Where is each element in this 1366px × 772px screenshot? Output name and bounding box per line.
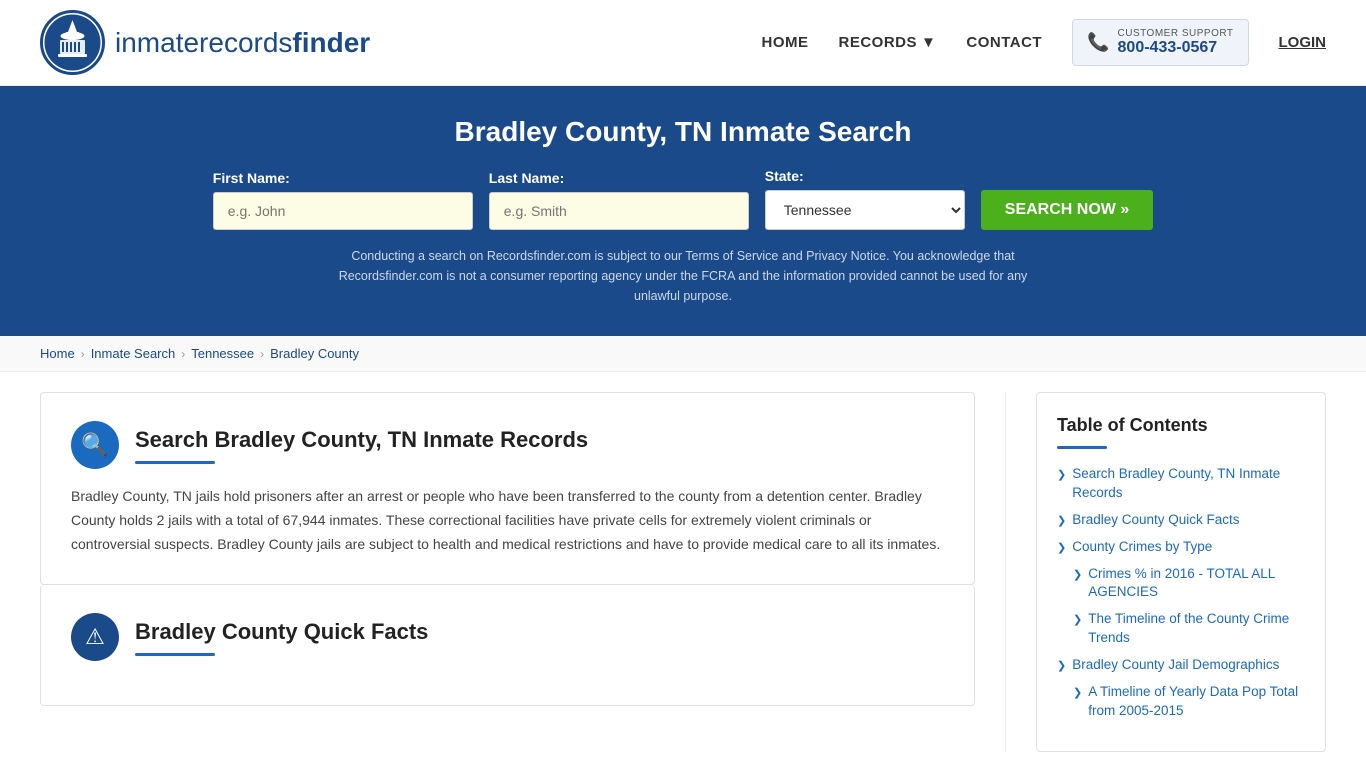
hero-disclaimer: Conducting a search on Recordsfinder.com… <box>333 246 1033 306</box>
first-name-label: First Name: <box>213 170 290 186</box>
search-icon: 🔍 <box>81 432 108 458</box>
toc-link-5[interactable]: Bradley County Jail Demographics <box>1072 656 1279 675</box>
support-phone: 800-433-0567 <box>1118 39 1234 57</box>
toc-chevron-2: ❯ <box>1057 541 1066 554</box>
hero-title: Bradley County, TN Inmate Search <box>40 116 1326 148</box>
toc-chevron-4: ❯ <box>1073 613 1082 626</box>
breadcrumb-sep-2: › <box>181 347 185 361</box>
main-nav: HOME RECORDS ▼ CONTACT 📞 CUSTOMER SUPPOR… <box>762 19 1327 66</box>
support-label: CUSTOMER SUPPORT <box>1118 28 1234 39</box>
main-content: 🔍 Search Bradley County, TN Inmate Recor… <box>0 372 1366 772</box>
logo-text: inmaterecordsfinder <box>115 27 370 59</box>
breadcrumb-sep-3: › <box>260 347 264 361</box>
breadcrumb-tennessee[interactable]: Tennessee <box>191 346 254 361</box>
toc-item-0: ❯ Search Bradley County, TN Inmate Recor… <box>1057 465 1305 503</box>
search-form: First Name: Last Name: State: Tennessee … <box>40 168 1326 230</box>
alert-icon: ⚠ <box>85 624 105 650</box>
search-button[interactable]: SEARCH NOW » <box>981 190 1153 230</box>
logo-text-bold: finder <box>292 27 370 58</box>
customer-support-box: 📞 CUSTOMER SUPPORT 800-433-0567 <box>1072 19 1248 66</box>
section-title-quickfacts: Bradley County Quick Facts <box>135 619 428 645</box>
section-title-underline-records <box>135 461 215 464</box>
toc-chevron-3: ❯ <box>1073 568 1082 581</box>
toc-item-5: ❯ Bradley County Jail Demographics <box>1057 656 1305 675</box>
toc-link-2[interactable]: County Crimes by Type <box>1072 538 1212 557</box>
first-name-input[interactable] <box>213 192 473 230</box>
last-name-group: Last Name: <box>489 170 749 230</box>
search-icon-circle: 🔍 <box>71 421 119 469</box>
content-left: 🔍 Search Bradley County, TN Inmate Recor… <box>40 392 1006 752</box>
toc-item-2: ❯ County Crimes by Type <box>1057 538 1305 557</box>
toc-chevron-5: ❯ <box>1057 659 1066 672</box>
last-name-label: Last Name: <box>489 170 564 186</box>
nav-contact[interactable]: CONTACT <box>966 34 1042 51</box>
toc-item-1: ❯ Bradley County Quick Facts <box>1057 511 1305 530</box>
breadcrumb: Home › Inmate Search › Tennessee › Bradl… <box>0 336 1366 372</box>
toc-link-1[interactable]: Bradley County Quick Facts <box>1072 511 1239 530</box>
section-body-records: Bradley County, TN jails hold prisoners … <box>71 485 944 556</box>
logo-area: inmaterecordsfinder <box>40 10 370 75</box>
section-header-quickfacts: ⚠ Bradley County Quick Facts <box>71 613 944 661</box>
section-title-records: Search Bradley County, TN Inmate Records <box>135 427 588 453</box>
alert-icon-circle: ⚠ <box>71 613 119 661</box>
inmate-records-section: 🔍 Search Bradley County, TN Inmate Recor… <box>40 392 975 585</box>
last-name-input[interactable] <box>489 192 749 230</box>
toc-chevron-0: ❯ <box>1057 468 1066 481</box>
toc-underline <box>1057 446 1107 449</box>
toc-link-0[interactable]: Search Bradley County, TN Inmate Records <box>1072 465 1305 503</box>
logo-text-regular: inmaterecords <box>115 27 292 58</box>
breadcrumb-current: Bradley County <box>270 346 359 361</box>
quick-facts-section: ⚠ Bradley County Quick Facts <box>40 585 975 706</box>
content-right: Table of Contents ❯ Search Bradley Count… <box>1006 392 1326 752</box>
breadcrumb-home[interactable]: Home <box>40 346 75 361</box>
section-title-underline-quickfacts <box>135 653 215 656</box>
hero-banner: Bradley County, TN Inmate Search First N… <box>0 86 1366 336</box>
toc-item-4: ❯ The Timeline of the County Crime Trend… <box>1057 610 1305 648</box>
first-name-group: First Name: <box>213 170 473 230</box>
toc-chevron-6: ❯ <box>1073 686 1082 699</box>
state-label: State: <box>765 168 804 184</box>
toc-chevron-1: ❯ <box>1057 514 1066 527</box>
toc-box: Table of Contents ❯ Search Bradley Count… <box>1036 392 1326 752</box>
toc-title: Table of Contents <box>1057 415 1305 436</box>
toc-link-3[interactable]: Crimes % in 2016 - TOTAL ALL AGENCIES <box>1088 565 1305 603</box>
toc-link-4[interactable]: The Timeline of the County Crime Trends <box>1088 610 1305 648</box>
toc-item-3: ❯ Crimes % in 2016 - TOTAL ALL AGENCIES <box>1057 565 1305 603</box>
login-button[interactable]: LOGIN <box>1279 34 1327 51</box>
toc-link-6[interactable]: A Timeline of Yearly Data Pop Total from… <box>1088 683 1305 721</box>
nav-records[interactable]: RECORDS ▼ <box>839 34 937 51</box>
state-select[interactable]: Tennessee Alabama Alaska Arizona Califor… <box>765 190 965 230</box>
section-header-records: 🔍 Search Bradley County, TN Inmate Recor… <box>71 421 944 469</box>
toc-item-6: ❯ A Timeline of Yearly Data Pop Total fr… <box>1057 683 1305 721</box>
logo-icon <box>40 10 105 75</box>
header: inmaterecordsfinder HOME RECORDS ▼ CONTA… <box>0 0 1366 86</box>
breadcrumb-inmate-search[interactable]: Inmate Search <box>91 346 176 361</box>
nav-home[interactable]: HOME <box>762 34 809 51</box>
phone-icon: 📞 <box>1087 32 1109 53</box>
state-group: State: Tennessee Alabama Alaska Arizona … <box>765 168 965 230</box>
breadcrumb-sep-1: › <box>81 347 85 361</box>
